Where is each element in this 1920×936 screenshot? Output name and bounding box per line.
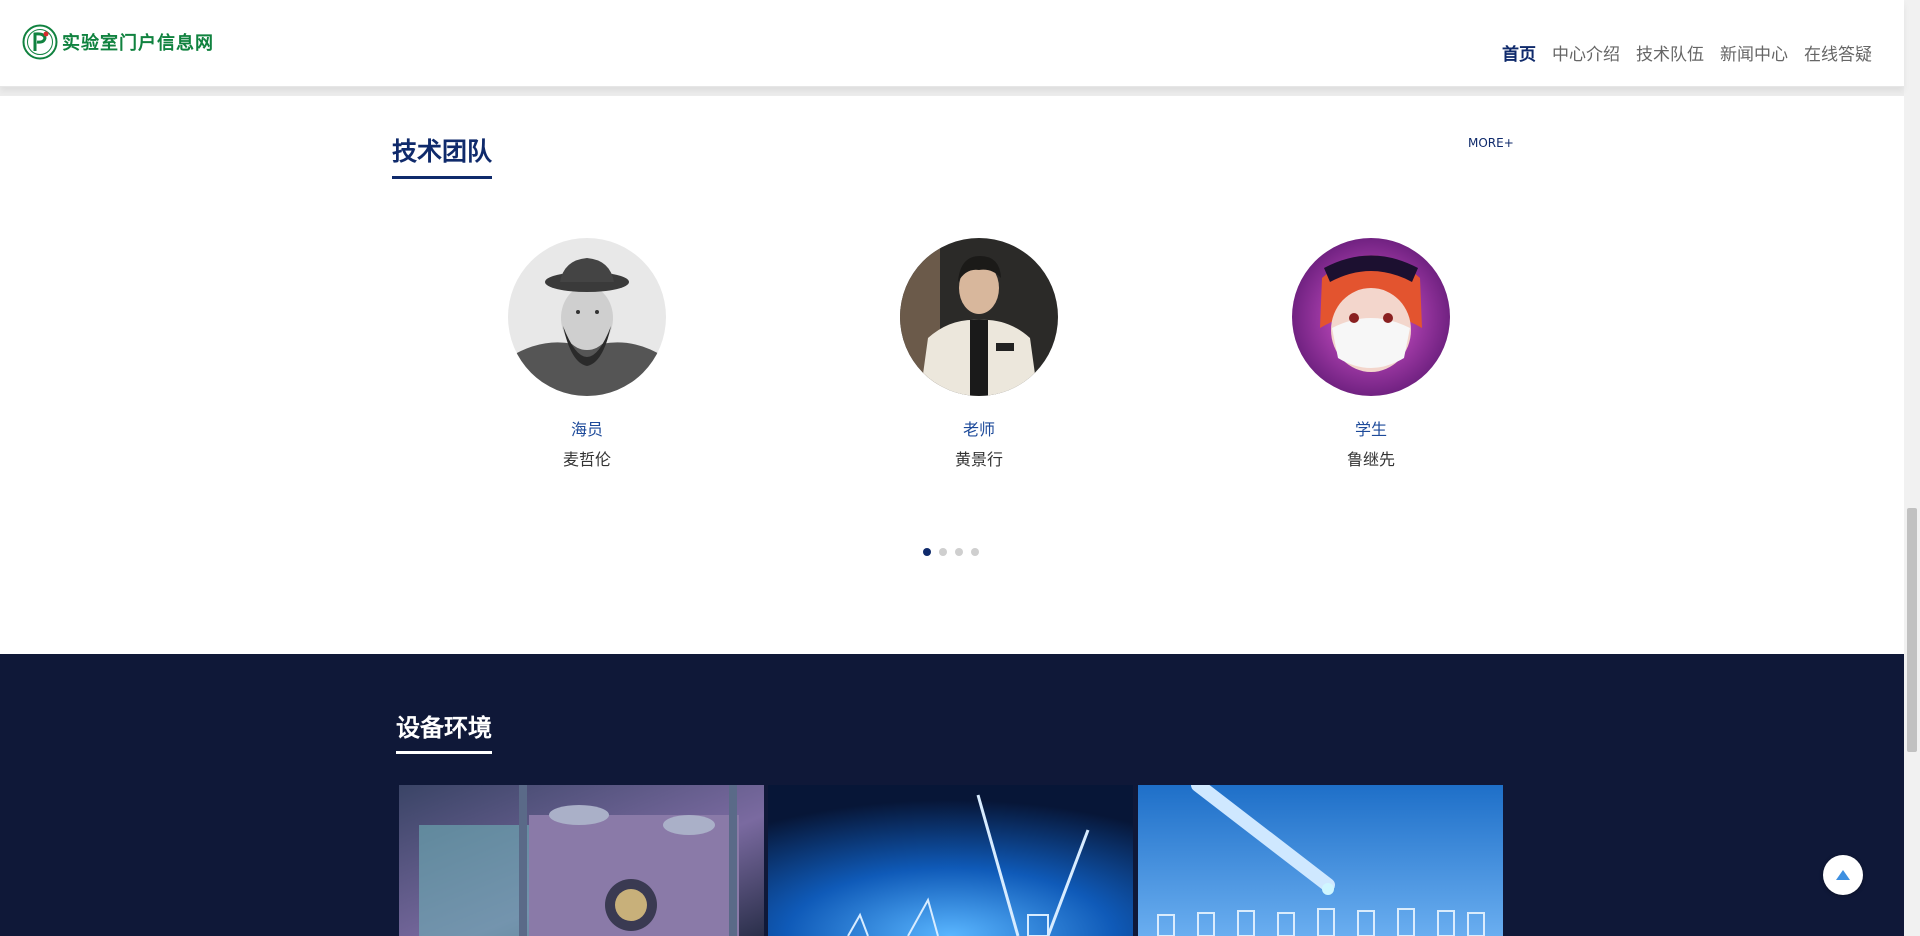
triangle-up-icon [1836, 870, 1850, 880]
equipment-section-title: 设备环境 [396, 708, 492, 754]
equipment-section: 设备环境 [0, 654, 1904, 936]
equipment-image [768, 785, 1133, 936]
member-name: 鲁继先 [1346, 450, 1395, 469]
nav-center-intro[interactable]: 中心介绍 [1544, 34, 1628, 71]
site-header: 实验室门户信息网 首页 中心介绍 技术队伍 新闻中心 在线答疑 [0, 0, 1904, 87]
equipment-image-card[interactable] [1138, 785, 1503, 936]
carousel-dot[interactable] [923, 548, 931, 556]
nav-home[interactable]: 首页 [1494, 34, 1544, 71]
equipment-image [1138, 785, 1503, 936]
equipment-image-card[interactable] [768, 785, 1133, 936]
team-section: 技术团队 MORE+ 海员 麦哲伦 老师 黄景行 学生 鲁继先 [0, 96, 1904, 654]
logo-emblem-icon [22, 24, 58, 60]
team-member-card[interactable]: 海员 麦哲伦 [487, 238, 687, 470]
team-member-card[interactable]: 老师 黄景行 [879, 238, 1079, 470]
member-role: 海员 [570, 420, 603, 439]
equipment-image [399, 785, 764, 936]
equipment-image-card[interactable] [399, 785, 764, 936]
nav-tech-team[interactable]: 技术队伍 [1628, 34, 1712, 71]
page-scrollbar[interactable] [1904, 0, 1920, 936]
team-member-card[interactable]: 学生 鲁继先 [1271, 238, 1471, 470]
team-section-title: 技术团队 [392, 132, 493, 179]
nav-online-qa[interactable]: 在线答疑 [1796, 34, 1880, 71]
nav-news[interactable]: 新闻中心 [1712, 34, 1796, 71]
carousel-dot[interactable] [955, 548, 963, 556]
main-nav: 首页 中心介绍 技术队伍 新闻中心 在线答疑 [1494, 34, 1880, 71]
member-name: 麦哲伦 [562, 450, 611, 469]
back-to-top-button[interactable] [1823, 855, 1863, 895]
member-role: 学生 [1354, 420, 1387, 439]
member-avatar [1292, 238, 1450, 396]
team-more-link[interactable]: MORE+ [1468, 136, 1514, 150]
scrollbar-thumb[interactable] [1907, 508, 1917, 752]
site-logo-text: 实验室门户信息网 [62, 33, 214, 54]
carousel-pagination [923, 548, 979, 556]
carousel-dot[interactable] [939, 548, 947, 556]
member-avatar [508, 238, 666, 396]
member-role: 老师 [962, 420, 995, 439]
member-name: 黄景行 [954, 450, 1003, 469]
site-logo[interactable]: 实验室门户信息网 [22, 22, 214, 62]
header-divider [0, 86, 1904, 96]
member-avatar [900, 238, 1058, 396]
carousel-dot[interactable] [971, 548, 979, 556]
